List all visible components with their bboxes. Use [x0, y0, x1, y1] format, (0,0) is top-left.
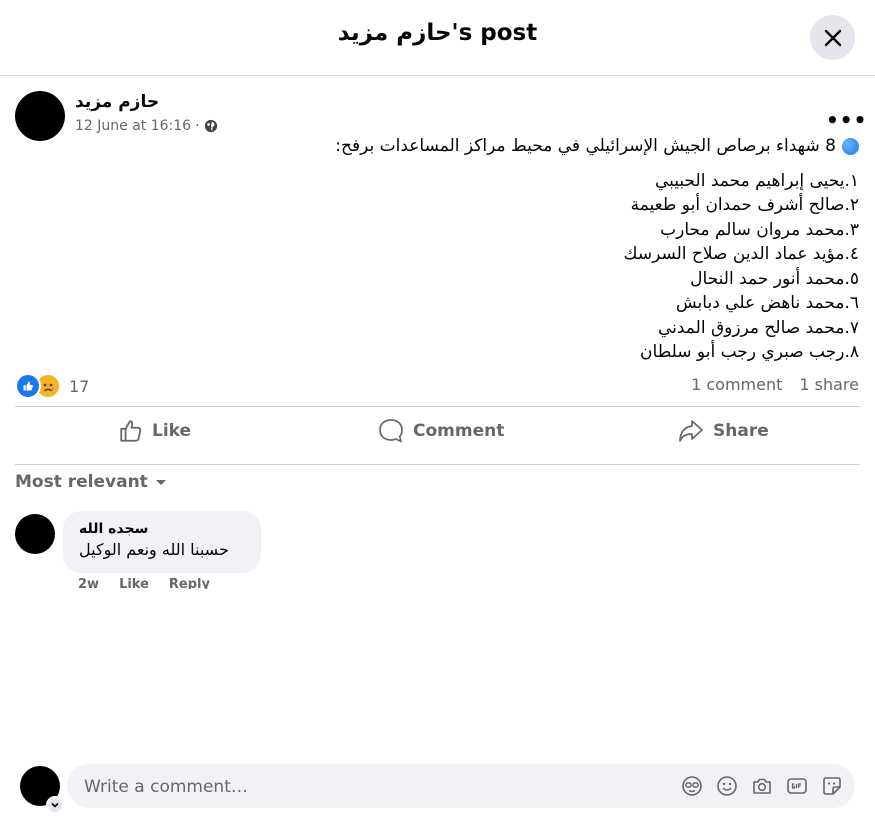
- sort-label: Most relevant: [15, 472, 148, 492]
- like-label: Like: [152, 421, 192, 441]
- comment-composer: [67, 764, 855, 810]
- like-button[interactable]: Like: [118, 418, 191, 444]
- share-label: Share: [713, 421, 769, 441]
- comment-reply-link[interactable]: Reply: [169, 577, 210, 589]
- post-intro-line: 8 شهداء برصاص الجيش الإسرائيلي في محيط م…: [299, 134, 859, 159]
- divider: [15, 464, 860, 465]
- post-line: ٤.مؤيد عماد الدين صلاح السرسك: [623, 244, 860, 264]
- post-modal-header: حازم مزيد's post: [0, 0, 875, 76]
- post-line: ٧.محمد صالح مرزوق المدني: [657, 317, 859, 338]
- post-line: ٨.رجب صبري رجب أبو سلطان: [640, 342, 859, 362]
- comment-icon: [379, 419, 403, 443]
- modal-title: حازم مزيد's post: [337, 20, 538, 46]
- sticker-icon[interactable]: [821, 775, 843, 797]
- comment-text: حسبنا الله ونعم الوكيل: [79, 540, 229, 559]
- gif-icon[interactable]: [786, 775, 808, 797]
- thumbs-up-icon: [120, 420, 142, 442]
- commenter-avatar[interactable]: [15, 514, 55, 554]
- comment-actions: 2w Like Reply: [78, 577, 210, 589]
- close-button[interactable]: [810, 15, 855, 60]
- meta-separator: ·: [195, 118, 200, 134]
- globe-icon[interactable]: [204, 119, 218, 133]
- comment-button[interactable]: Comment: [377, 418, 504, 444]
- author-avatar[interactable]: [15, 91, 65, 141]
- profile-switcher-chevron-icon[interactable]: [46, 796, 64, 814]
- comment-count[interactable]: 1 comment: [691, 375, 782, 394]
- author-name[interactable]: حازم مزيد: [75, 92, 159, 112]
- post-meta: 12 June at 16:16 ·: [75, 118, 218, 134]
- post-text: 8 شهداء برصاص الجيش الإسرائيلي في محيط م…: [299, 134, 859, 365]
- reaction-count: 17: [69, 376, 90, 396]
- composer-icons: [681, 775, 843, 797]
- post-line: ١.يحيى إبراهيم محمد الحبيبي: [655, 170, 859, 191]
- share-icon: [679, 420, 703, 442]
- post-line: ٥.محمد أنور حمد النحال: [690, 268, 859, 289]
- comment-sort-dropdown[interactable]: Most relevant: [15, 472, 168, 492]
- post-line: ٦.محمد ناهض علي دبابش: [675, 293, 859, 313]
- close-icon: [824, 29, 841, 46]
- comment-label: Comment: [413, 421, 505, 441]
- comment-input[interactable]: [82, 764, 666, 810]
- comment-like-link[interactable]: Like: [119, 577, 149, 589]
- share-button[interactable]: Share: [677, 418, 769, 444]
- comment-author[interactable]: سجده الله: [79, 521, 148, 537]
- caret-down-icon: [155, 480, 166, 485]
- post-timestamp[interactable]: 12 June at 16:16: [75, 118, 191, 134]
- blue-circle-emoji-icon: [842, 137, 859, 155]
- post-intro: 8 شهداء برصاص الجيش الإسرائيلي في محيط م…: [335, 136, 836, 156]
- comment-time[interactable]: 2w: [78, 577, 99, 589]
- avatar-sticker-icon[interactable]: [681, 775, 703, 797]
- more-options-icon[interactable]: •••: [826, 108, 867, 132]
- post-line: ٢.صالح أشرف حمدان أبو طعيمة: [630, 195, 859, 215]
- reactions-summary[interactable]: 17: [15, 373, 89, 399]
- post-line: ٣.محمد مروان سالم محارب: [660, 219, 859, 240]
- engagement-counts: 1 comment 1 share: [691, 375, 859, 394]
- comment-bubble: سجده الله حسبنا الله ونعم الوكيل: [63, 511, 261, 573]
- like-reaction-icon: [15, 373, 41, 399]
- divider: [15, 406, 860, 407]
- share-count[interactable]: 1 share: [799, 375, 859, 394]
- emoji-icon[interactable]: [716, 775, 738, 797]
- camera-icon[interactable]: [751, 775, 773, 797]
